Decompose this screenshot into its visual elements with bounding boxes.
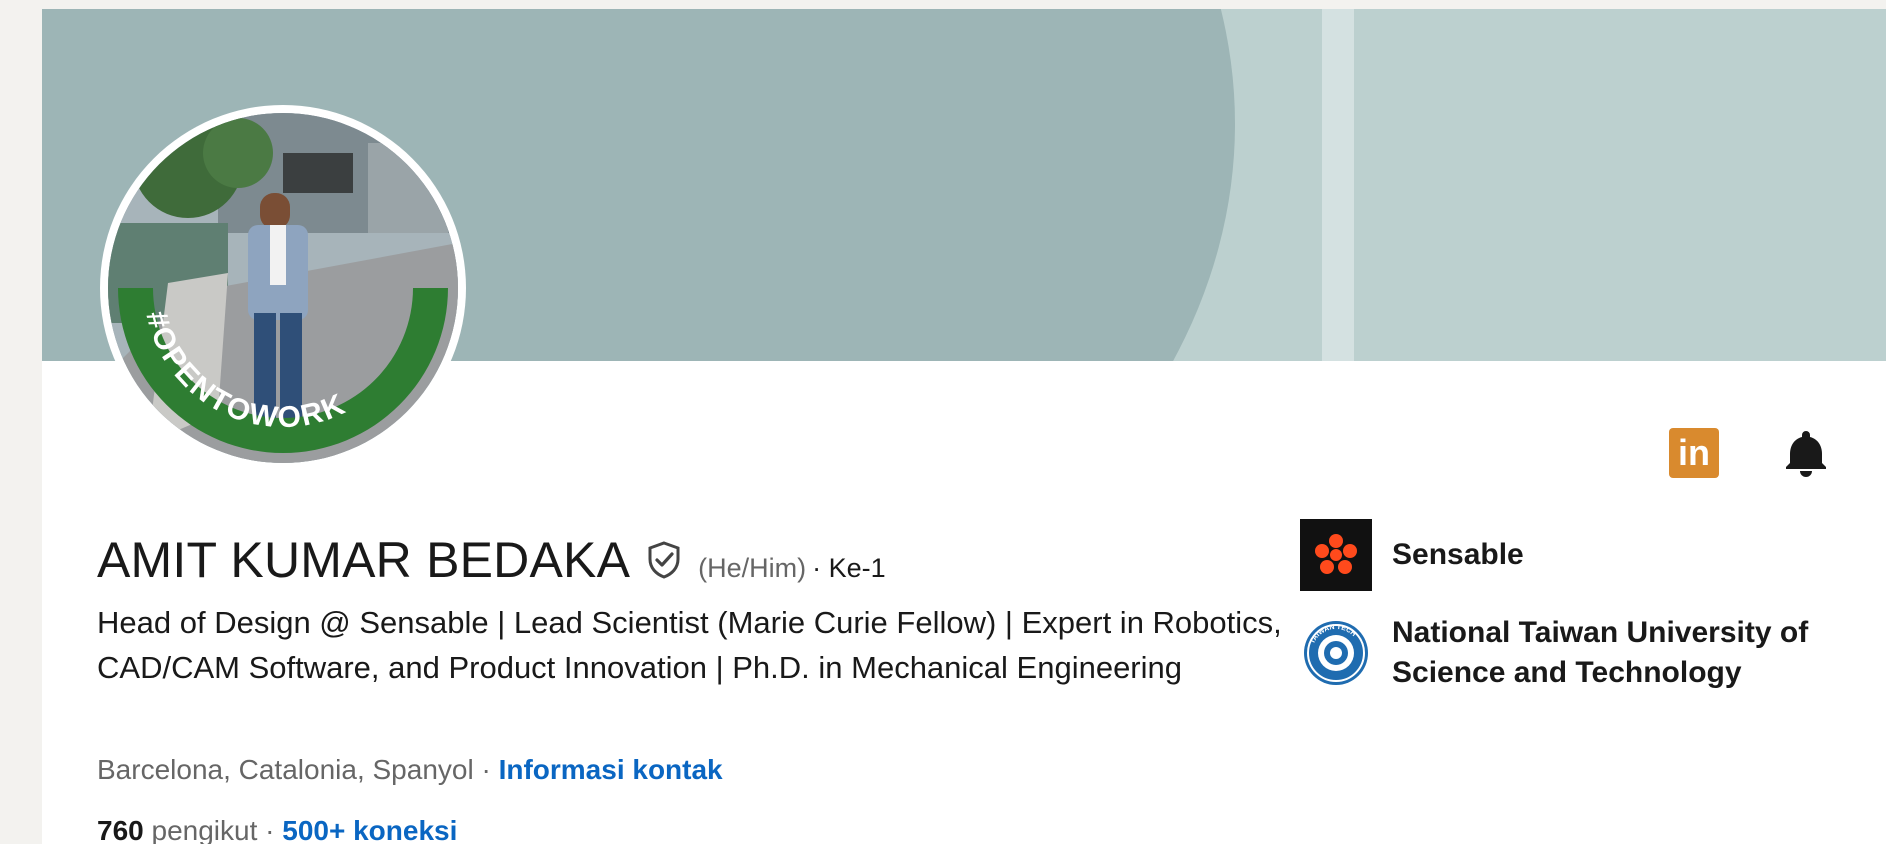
banner-right-panel xyxy=(1354,9,1886,361)
school-name: National Taiwan University of Science an… xyxy=(1392,616,1809,689)
stats-row: 760 pengikut · 500+ koneksi xyxy=(97,815,457,844)
profile-avatar[interactable]: #OPENTOWORK xyxy=(100,105,466,471)
profile-name: AMIT KUMAR BEDAKA xyxy=(97,532,631,588)
linkedin-icon[interactable]: in xyxy=(1669,428,1719,478)
avatar-scene: #OPENTOWORK xyxy=(108,113,458,463)
connection-degree: · Ke-1 xyxy=(812,553,886,583)
avatar-photo: #OPENTOWORK xyxy=(108,113,458,463)
ntust-logo: TAIWAN TECH xyxy=(1300,617,1372,689)
contact-info-link[interactable]: Informasi kontak xyxy=(499,754,723,785)
location-separator: · xyxy=(473,754,499,785)
current-company[interactable]: Sensable xyxy=(1300,519,1524,591)
profile-pronouns: (He/Him) xyxy=(698,553,807,583)
banner-stripe xyxy=(1322,9,1354,361)
bell-icon[interactable] xyxy=(1778,425,1834,481)
education-school[interactable]: TAIWAN TECH National Taiwan University o… xyxy=(1300,613,1832,693)
sensable-logo xyxy=(1300,519,1372,591)
followers-label: pengikut xyxy=(143,815,266,844)
linkedin-icon-label: in xyxy=(1678,432,1710,473)
profile-name-row: AMIT KUMAR BEDAKA (He/Him) · Ke-1 xyxy=(97,531,886,588)
bell-icon-glyph xyxy=(1786,431,1826,477)
profile-headline: Head of Design @ Sensable | Lead Scienti… xyxy=(97,605,1282,685)
verified-shield-icon[interactable] xyxy=(644,540,684,580)
connections-link[interactable]: 500+ koneksi xyxy=(282,815,457,844)
stats-separator: · xyxy=(265,815,283,844)
followers-count: 760 xyxy=(97,815,144,844)
profile-location: Barcelona, Catalonia, Spanyol xyxy=(97,754,474,785)
location-row: Barcelona, Catalonia, Spanyol · Informas… xyxy=(97,754,723,786)
company-name: Sensable xyxy=(1392,538,1524,571)
profile-card: #OPENTOWORK in AMIT KUMAR BEDAKA (He/Him… xyxy=(42,9,1886,844)
